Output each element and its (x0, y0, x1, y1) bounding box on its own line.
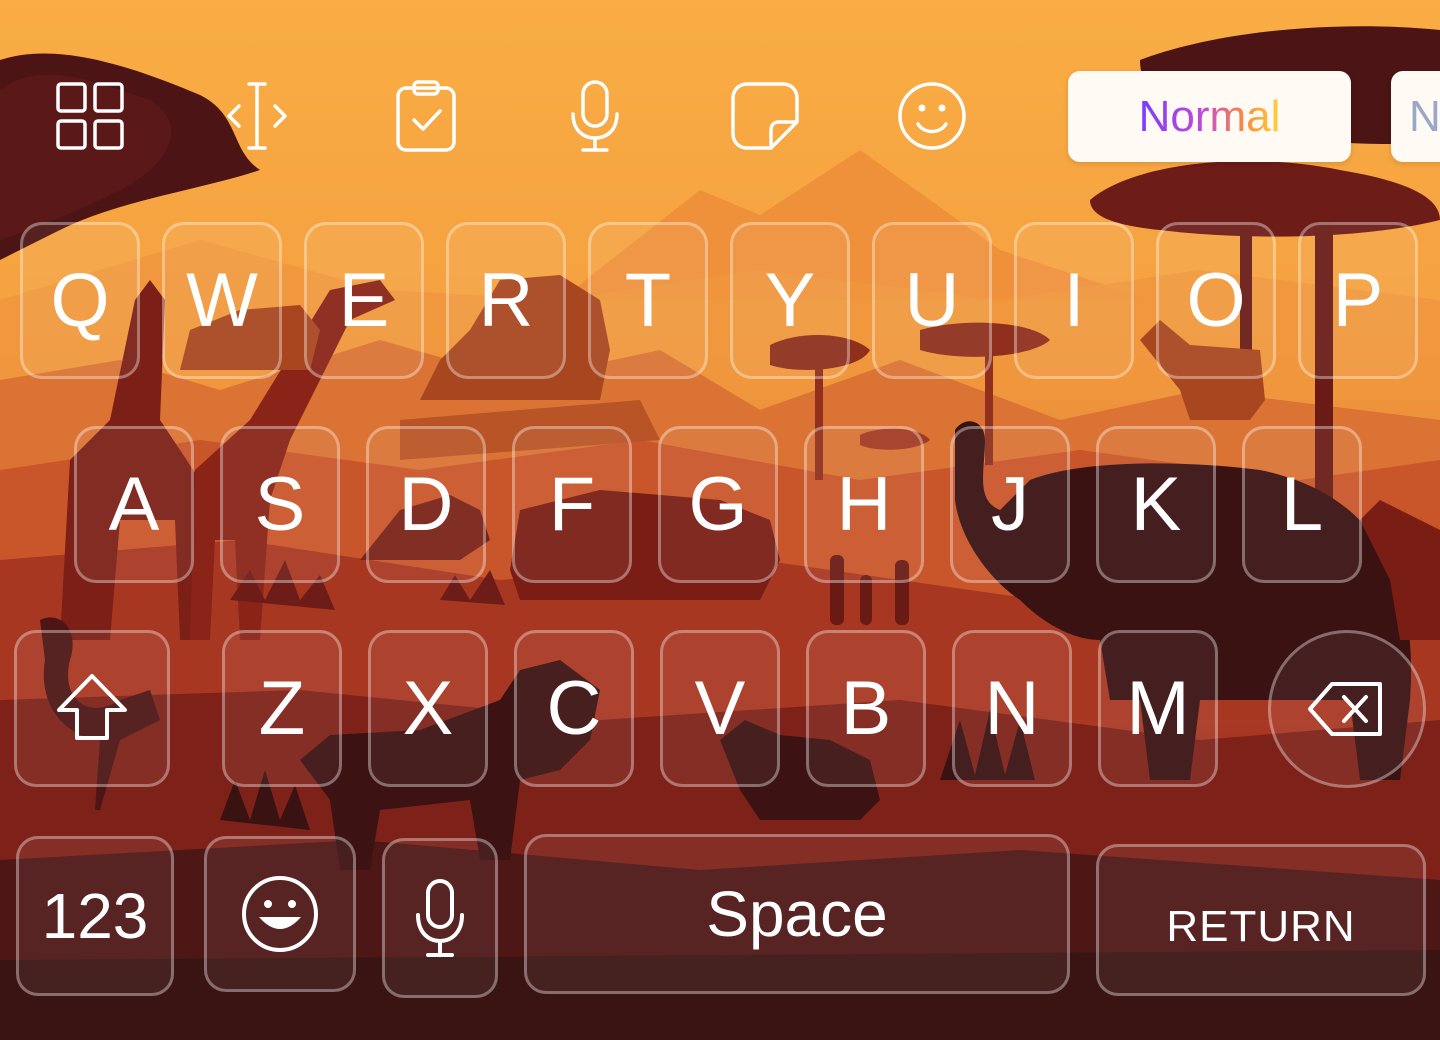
key-u[interactable]: U (872, 222, 992, 379)
key-f[interactable]: F (512, 426, 632, 583)
font-style-chip[interactable]: N (1391, 71, 1440, 162)
key-c[interactable]: C (514, 630, 634, 787)
dictation-key[interactable] (382, 838, 498, 998)
voice-input-button[interactable] (551, 72, 639, 160)
key-w[interactable]: W (162, 222, 282, 379)
font-style-chip-label: N (1409, 91, 1440, 141)
key-q[interactable]: Q (20, 222, 140, 379)
text-cursor-button[interactable] (213, 72, 301, 160)
key-x[interactable]: X (368, 630, 488, 787)
smiley-icon (898, 82, 966, 150)
key-o[interactable]: O (1156, 222, 1276, 379)
key-k[interactable]: K (1096, 426, 1216, 583)
delete-key[interactable] (1268, 630, 1426, 788)
shift-key[interactable] (14, 630, 170, 787)
microphone-icon (571, 80, 619, 152)
emoji-key[interactable] (204, 836, 356, 992)
microphone-icon (416, 879, 464, 957)
clipboard-icon (396, 80, 456, 152)
font-style-chip-label: Normal (1138, 91, 1281, 141)
clipboard-button[interactable] (382, 72, 470, 160)
key-e[interactable]: E (304, 222, 424, 379)
sticker-icon (731, 82, 799, 150)
text-cursor-icon (227, 82, 287, 150)
key-t[interactable]: T (588, 222, 708, 379)
backspace-icon (1308, 682, 1382, 736)
numbers-key[interactable]: 123 (16, 836, 174, 996)
key-g[interactable]: G (658, 426, 778, 583)
key-z[interactable]: Z (222, 630, 342, 787)
key-s[interactable]: S (220, 426, 340, 583)
key-v[interactable]: V (660, 630, 780, 787)
sticker-button[interactable] (721, 72, 809, 160)
key-i[interactable]: I (1014, 222, 1134, 379)
key-n[interactable]: N (952, 630, 1072, 787)
return-key[interactable]: RETURN (1096, 844, 1426, 996)
emoji-icon (242, 876, 318, 952)
key-p[interactable]: P (1298, 222, 1418, 379)
key-l[interactable]: L (1242, 426, 1362, 583)
key-j[interactable]: J (950, 426, 1070, 583)
space-key[interactable]: Space (524, 834, 1070, 994)
key-h[interactable]: H (804, 426, 924, 583)
keyboard: Normal N Q W E R T Y U I O P A S D F G H… (0, 0, 1440, 1040)
apps-grid-icon (56, 82, 124, 150)
key-d[interactable]: D (366, 426, 486, 583)
key-m[interactable]: M (1098, 630, 1218, 787)
key-r[interactable]: R (446, 222, 566, 379)
key-b[interactable]: B (806, 630, 926, 787)
shift-icon (57, 673, 127, 740)
emoji-button[interactable] (888, 72, 976, 160)
key-y[interactable]: Y (730, 222, 850, 379)
key-a[interactable]: A (74, 426, 194, 583)
font-style-chip-normal[interactable]: Normal (1068, 71, 1351, 162)
apps-grid-button[interactable] (46, 72, 134, 160)
